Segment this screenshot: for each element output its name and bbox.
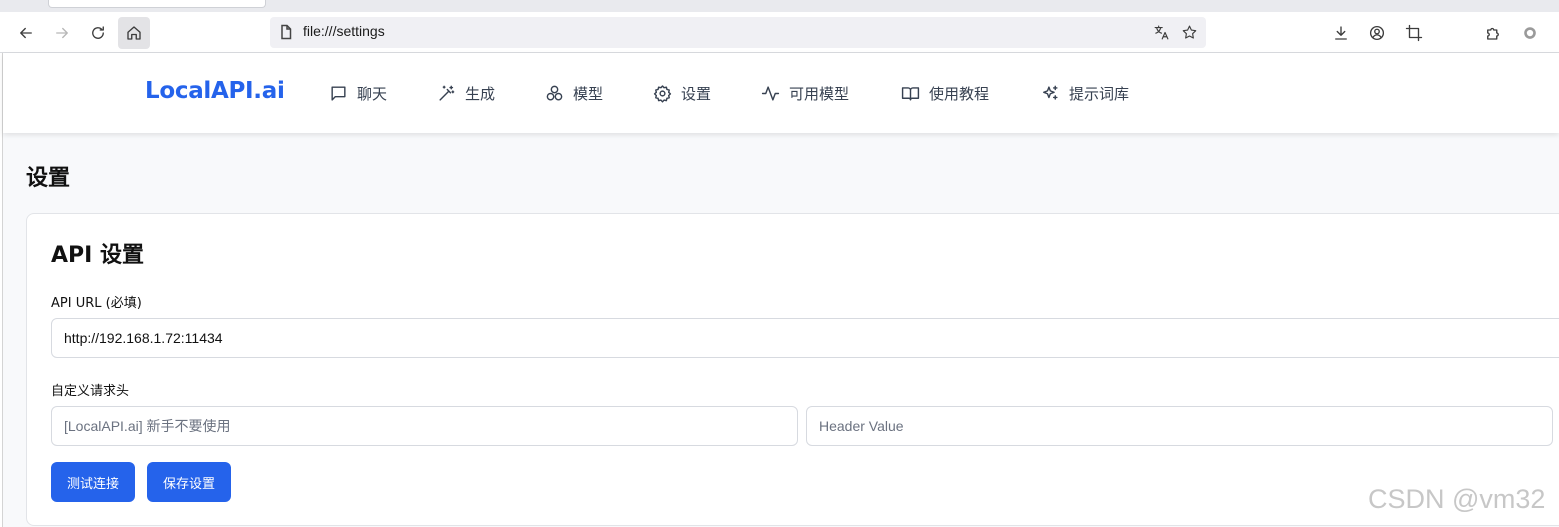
custom-headers-label: 自定义请求头 xyxy=(51,384,130,399)
api-settings-card: API 设置 API URL (必填) 自定义请求头 测试连接 保存设置 xyxy=(26,213,1559,526)
nav-item-label: 模型 xyxy=(573,84,604,103)
nav-item-label: 可用模型 xyxy=(789,84,850,103)
save-settings-button[interactable]: 保存设置 xyxy=(147,462,232,502)
tab-strip xyxy=(0,0,1559,12)
forward-button[interactable] xyxy=(46,17,78,49)
reload-button[interactable] xyxy=(82,17,114,49)
nav-item-generate[interactable]: 生成 xyxy=(437,82,495,104)
arrow-right-icon xyxy=(56,27,68,39)
downloads-button[interactable] xyxy=(1325,17,1357,49)
reload-icon xyxy=(92,26,104,39)
nav-item-label: 聊天 xyxy=(357,84,388,103)
home-icon xyxy=(127,26,141,40)
models-icon xyxy=(546,85,563,101)
api-url-input[interactable] xyxy=(51,318,1559,358)
crop-icon xyxy=(1405,24,1423,42)
nav-item-chat[interactable]: 聊天 xyxy=(329,82,387,104)
bookmark-star-icon[interactable] xyxy=(1179,22,1199,42)
arrow-left-icon xyxy=(20,27,32,39)
header-key-input[interactable] xyxy=(51,406,798,446)
header-value-input[interactable] xyxy=(806,406,1553,446)
test-connection-button[interactable]: 测试连接 xyxy=(51,462,136,502)
page-title: 设置 xyxy=(26,166,71,191)
watermark: CSDN @vm32 xyxy=(1368,484,1546,514)
nav-item-models[interactable]: 模型 xyxy=(545,82,603,104)
address-bar[interactable]: file:///settings xyxy=(270,17,1206,48)
nav-item-label: 生成 xyxy=(465,84,496,103)
browser-toolbar: file:///settings xyxy=(0,12,1559,53)
translate-icon[interactable] xyxy=(1151,22,1171,42)
puzzle-icon xyxy=(1487,27,1499,40)
page-icon xyxy=(278,24,294,40)
nav-item-prompts[interactable]: 提示词库 xyxy=(1041,82,1129,104)
card-title: API 设置 xyxy=(51,243,144,268)
back-button[interactable] xyxy=(10,17,42,49)
circle-menu-icon xyxy=(1524,27,1536,39)
download-icon xyxy=(1335,26,1347,40)
brand-logo[interactable]: LocalAPI.ai xyxy=(145,78,285,104)
nav-item-settings[interactable]: 设置 xyxy=(653,82,711,104)
sparkles-icon xyxy=(1043,85,1058,100)
home-button[interactable] xyxy=(118,17,150,49)
account-icon xyxy=(1369,25,1385,41)
book-icon xyxy=(901,86,920,101)
gear-icon xyxy=(653,84,672,103)
nav-item-available-models[interactable]: 可用模型 xyxy=(761,82,849,104)
extensions-button[interactable] xyxy=(1477,17,1509,49)
activity-icon xyxy=(761,85,780,101)
url-text[interactable]: file:///settings xyxy=(303,23,385,39)
nav-item-label: 提示词库 xyxy=(1069,84,1130,103)
account-button[interactable] xyxy=(1361,17,1393,49)
menu-button[interactable] xyxy=(1514,17,1546,49)
magic-wand-icon xyxy=(439,85,455,101)
chat-icon xyxy=(331,85,346,101)
app-navbar: LocalAPI.ai 聊天 生成 模型 设置 可用模型 使用教程 提示词库 xyxy=(3,53,1559,133)
active-tab[interactable] xyxy=(48,0,266,8)
nav-item-tutorial[interactable]: 使用教程 xyxy=(901,82,989,104)
screenshot-button[interactable] xyxy=(1398,17,1430,49)
nav-item-label: 设置 xyxy=(681,84,712,103)
api-url-label: API URL (必填) xyxy=(51,296,142,311)
nav-item-label: 使用教程 xyxy=(929,84,990,103)
